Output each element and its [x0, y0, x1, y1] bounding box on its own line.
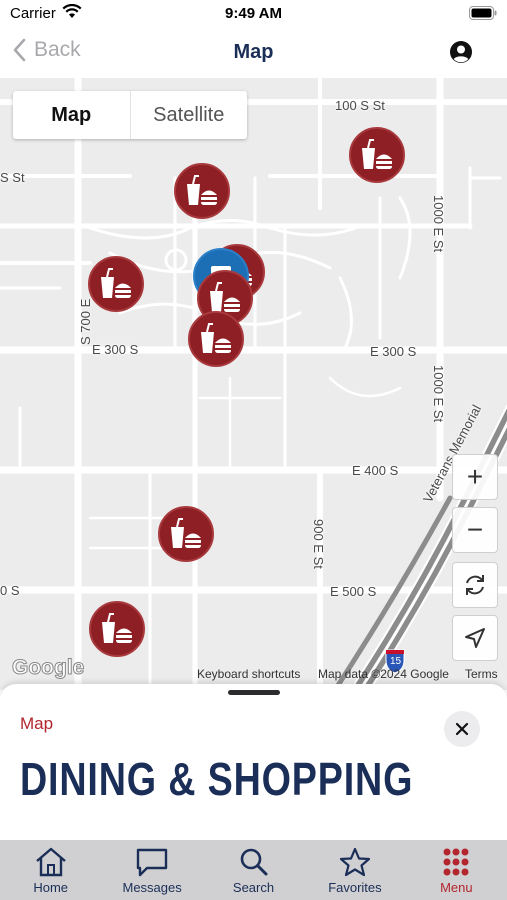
interstate-shield-label: 15: [390, 656, 402, 667]
map-type-satellite[interactable]: Satellite: [129, 91, 248, 139]
map-data-attribution: Map data ©2024 Google: [318, 667, 449, 681]
food-drink-icon: [362, 139, 392, 169]
home-icon: [35, 847, 66, 877]
close-icon: [455, 722, 469, 736]
food-drink-icon: [201, 323, 231, 353]
star-icon: [339, 847, 371, 877]
tab-label: Messages: [122, 880, 182, 895]
search-icon: [240, 848, 268, 876]
refresh-button[interactable]: [452, 562, 498, 608]
map-view[interactable]: 100 S St S St 1000 E St S 700 E E 300 S …: [0, 78, 507, 690]
clock: 9:49 AM: [225, 5, 282, 22]
street-label: E 300 S: [370, 344, 417, 359]
street-label: 900 E St: [311, 519, 326, 569]
sheet-heading: DINING & SHOPPING: [20, 753, 414, 805]
tab-favorites[interactable]: Favorites: [304, 840, 405, 900]
tab-menu[interactable]: Menu: [406, 840, 507, 900]
street-label: S 700 E: [78, 298, 93, 345]
map-type-toggle: Map Satellite: [13, 91, 247, 139]
food-drink-icon: [210, 282, 240, 312]
tab-label: Favorites: [328, 880, 382, 895]
zoom-out-button[interactable]: −: [452, 507, 498, 553]
messages-icon: [136, 848, 168, 877]
tab-home[interactable]: Home: [0, 840, 101, 900]
locate-me-button[interactable]: [452, 615, 498, 661]
street-label: E 300 S: [92, 342, 139, 357]
tab-search[interactable]: Search: [203, 840, 304, 900]
zoom-in-button[interactable]: +: [452, 454, 498, 500]
bottom-sheet: Map DINING & SHOPPING: [0, 684, 507, 840]
google-logo: Google: [11, 656, 85, 680]
dining-marker[interactable]: [188, 311, 244, 367]
map-type-map[interactable]: Map: [13, 91, 130, 139]
dining-marker[interactable]: [88, 256, 144, 312]
back-label: Back: [34, 38, 81, 61]
location-arrow-icon: [465, 628, 485, 648]
street-label: 0 S: [0, 583, 20, 598]
battery-icon: [469, 6, 497, 25]
sheet-category-label: Map: [20, 714, 54, 733]
keyboard-shortcuts-link[interactable]: Keyboard shortcuts: [197, 667, 300, 681]
street-label: 1000 E St: [431, 195, 446, 253]
tab-label: Search: [232, 880, 275, 895]
refresh-icon: [466, 575, 484, 595]
street-label: E 500 S: [330, 584, 377, 599]
dining-marker[interactable]: [158, 506, 214, 562]
dining-marker[interactable]: [89, 601, 145, 657]
dining-marker[interactable]: [349, 127, 405, 183]
navigation-bar: Back Map: [0, 30, 507, 76]
dining-marker[interactable]: [174, 163, 230, 219]
food-drink-icon: [187, 175, 217, 205]
tab-messages[interactable]: Messages: [101, 840, 202, 900]
back-button[interactable]: Back: [12, 38, 81, 62]
status-bar: Carrier 9:49 AM: [0, 0, 507, 30]
street-label: 100 S St: [335, 98, 385, 113]
food-drink-icon: [102, 613, 132, 643]
food-drink-icon: [101, 268, 131, 298]
street-label: 1000 E St: [431, 365, 446, 423]
sheet-grabber[interactable]: [228, 690, 280, 695]
chevron-left-icon: [13, 38, 26, 62]
grid-menu-icon: [443, 848, 469, 876]
terms-link[interactable]: Terms: [465, 667, 498, 681]
close-button[interactable]: [444, 711, 480, 747]
tab-bar: Home Messages Search Favorites Menu: [0, 840, 507, 900]
street-label: S St: [0, 170, 25, 185]
profile-icon[interactable]: [449, 40, 473, 64]
tab-label: Menu: [440, 880, 473, 895]
tab-label: Home: [33, 880, 69, 895]
food-drink-icon: [171, 518, 201, 548]
street-label: E 400 S: [352, 463, 399, 478]
